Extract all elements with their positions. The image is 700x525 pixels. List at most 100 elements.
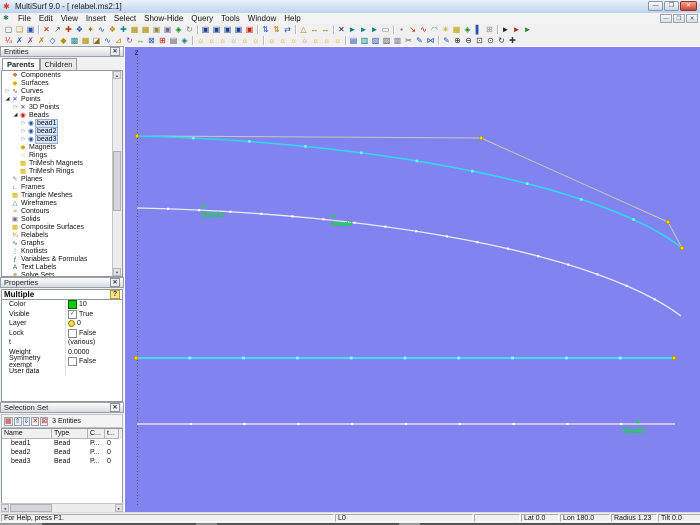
pointer-nudge-icon[interactable]: ►	[522, 25, 533, 35]
paste-icon[interactable]: ▧	[370, 36, 381, 46]
mid-line-marker[interactable]	[188, 356, 192, 360]
offset-curve-marker[interactable]	[625, 284, 628, 287]
hide-names-icon[interactable]: ☼	[321, 36, 332, 46]
master-curve-marker[interactable]	[470, 169, 474, 173]
mirror-icon[interactable]: ◇	[47, 36, 58, 46]
measure-width-icon[interactable]: ↔	[309, 25, 320, 35]
property-value[interactable]: ✓ True	[65, 309, 122, 319]
pan-icon[interactable]: ✚	[507, 36, 518, 46]
sort-up-icon[interactable]: ⇅	[260, 25, 271, 35]
hide-other-icon[interactable]: ☼	[332, 36, 343, 46]
offset-curve-marker[interactable]	[384, 225, 387, 228]
delete-icon[interactable]: ✕	[41, 25, 52, 35]
divide-icon[interactable]: ▪	[396, 25, 407, 35]
menu-tools[interactable]: Tools	[217, 14, 244, 23]
close-button[interactable]: ✕	[680, 1, 697, 11]
move-up-icon[interactable]: ⇑	[13, 416, 22, 426]
child-close-button[interactable]: ✕	[686, 14, 698, 23]
selection-close-icon[interactable]: ✕	[110, 403, 120, 412]
insert-mesh-icon[interactable]: ▦	[140, 25, 151, 35]
project-icon[interactable]: ▩	[69, 36, 80, 46]
edit-pen-icon[interactable]: ✎	[441, 36, 452, 46]
checkbox-checked-icon[interactable]: ✓	[68, 309, 77, 319]
tree-item-bead1[interactable]: ▷ ◉ bead1	[2, 118, 122, 128]
view-wireframe-icon[interactable]: ▣	[200, 25, 211, 35]
rotate-view-icon[interactable]: ↻	[496, 36, 507, 46]
column-header-type[interactable]: Type	[52, 429, 88, 439]
copy-icon[interactable]: ▤	[348, 36, 359, 46]
offset-curve-marker[interactable]	[229, 210, 232, 213]
insert-ring-icon[interactable]: ✦	[85, 25, 96, 35]
tree-item-frames[interactable]: ∟ Frames	[2, 183, 122, 191]
view-hybrid-icon[interactable]: ▣	[222, 25, 233, 35]
insert-point-icon[interactable]: ↗	[52, 25, 63, 35]
bead1-point[interactable]	[202, 205, 206, 209]
offset-curve-marker[interactable]	[198, 209, 201, 212]
property-row-symmetry-exempt[interactable]: Symmetry exempt False	[2, 355, 122, 369]
control-point-marker[interactable]	[135, 134, 139, 138]
zoom-fit-icon[interactable]: ⊙	[485, 36, 496, 46]
drawing-view[interactable]: z bead1 bead2 bead3	[124, 46, 700, 513]
wrap-icon[interactable]: ◪	[91, 36, 102, 46]
offset-curve-marker[interactable]	[415, 230, 418, 233]
bead2-point[interactable]	[331, 214, 335, 218]
sort-down-icon[interactable]: ⇅	[271, 25, 282, 35]
zoom-out-icon[interactable]: ⊖	[463, 36, 474, 46]
property-value[interactable]: 0.0000	[65, 347, 122, 357]
scroll-right-icon[interactable]: ►	[115, 504, 123, 512]
child-minimize-button[interactable]: —	[660, 14, 672, 23]
comp-tool-icon[interactable]: ◈	[462, 25, 473, 35]
child-restore-button[interactable]: ❐	[673, 14, 685, 23]
offset-curve-marker[interactable]	[596, 273, 599, 276]
offset-curve-marker[interactable]	[476, 241, 479, 244]
cut-icon[interactable]: ✂	[403, 36, 414, 46]
minimize-button[interactable]: —	[648, 1, 663, 11]
rotate-entity-icon[interactable]: ◆	[58, 36, 69, 46]
menu-insert[interactable]: Insert	[82, 14, 110, 23]
offset-curve-marker[interactable]	[537, 255, 540, 258]
offset-curve-marker[interactable]	[653, 298, 656, 301]
tree-item-beads[interactable]: ◢ ◉ Beads	[2, 111, 122, 120]
tree-scrollbar[interactable]: ▲ ▼	[112, 71, 122, 276]
offset-curve-marker[interactable]	[353, 221, 356, 224]
open-icon[interactable]: ❏	[14, 25, 25, 35]
hide-surfaces-icon[interactable]: ☼	[299, 36, 310, 46]
stretch-icon[interactable]: ↔	[135, 36, 146, 46]
tree-item-curves[interactable]: ▷ ∿ Curves	[2, 87, 122, 96]
hide-labels-icon[interactable]: ☼	[310, 36, 321, 46]
tree-item-solids[interactable]: ▣ Solids	[2, 215, 122, 224]
show-labels-icon[interactable]: ☼	[239, 36, 250, 46]
column-header-c-[interactable]: C...	[88, 429, 105, 439]
checkbox-unchecked-icon[interactable]	[68, 357, 77, 367]
shear-icon[interactable]: ⊿	[113, 36, 124, 46]
view-shaded-icon[interactable]: ▣	[211, 25, 222, 35]
scroll-down-icon[interactable]: ▼	[113, 268, 121, 276]
select-parents-icon[interactable]: ►	[347, 25, 358, 35]
tree-item-composite-surfaces[interactable]: ▩ Composite Surfaces	[2, 223, 122, 232]
scale-x-icon[interactable]: ✗	[14, 36, 25, 46]
checkbox-unchecked-icon[interactable]	[68, 328, 77, 338]
bottom-line-marker[interactable]	[512, 422, 515, 426]
bottom-line-marker[interactable]	[620, 422, 623, 426]
master-curve-marker[interactable]	[248, 140, 251, 143]
offset-curve-marker[interactable]	[567, 263, 570, 266]
scale-3d-icon[interactable]: ✗	[36, 36, 47, 46]
view-multipane-icon[interactable]: ▣	[233, 25, 244, 35]
clone-icon[interactable]: ⊞	[157, 36, 168, 46]
offset-curve-marker[interactable]	[322, 218, 325, 221]
remove-icon[interactable]: ✕	[31, 416, 40, 426]
menu-view[interactable]: View	[57, 14, 82, 23]
bend-icon[interactable]: ∿	[102, 36, 113, 46]
mask-icon[interactable]: ▩	[392, 36, 403, 46]
tree-expander-icon[interactable]: ◢	[4, 96, 11, 102]
insert-curve-icon[interactable]: ∿	[96, 25, 107, 35]
property-row-t[interactable]: t (various)	[2, 338, 122, 348]
paste-entities-icon[interactable]: ▨	[381, 36, 392, 46]
tree-item-triangle-meshes[interactable]: ▦ Triangle Meshes	[2, 191, 122, 200]
twist-icon[interactable]: ↻	[124, 36, 135, 46]
offset-curve-marker[interactable]	[167, 207, 170, 210]
mid-line-marker[interactable]	[296, 356, 299, 360]
menu-show-hide[interactable]: Show-Hide	[140, 14, 187, 23]
duplicate-icon[interactable]: ▥	[359, 36, 370, 46]
properties-help-button[interactable]: ?	[110, 290, 120, 299]
